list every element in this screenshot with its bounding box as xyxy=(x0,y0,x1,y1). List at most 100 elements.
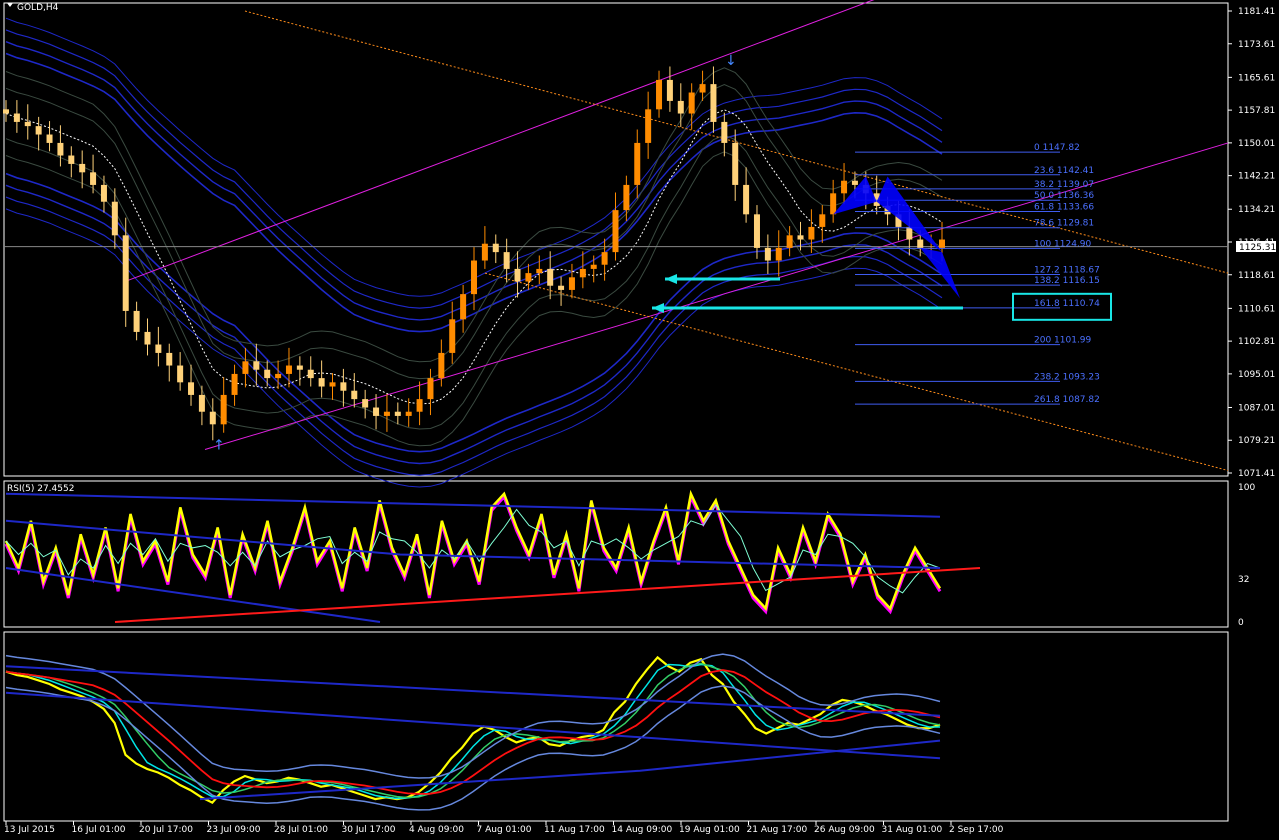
fractal-up-arrow-icon: ↑ xyxy=(213,438,225,454)
ma-pane-frame xyxy=(3,631,1229,822)
candle-body xyxy=(906,226,913,240)
candle-body xyxy=(68,155,75,164)
candle-body xyxy=(438,352,445,379)
candle-body xyxy=(427,378,434,400)
candle-body xyxy=(90,172,97,185)
y-tick-label: 1087.01 xyxy=(1238,403,1275,413)
candle-body xyxy=(851,180,858,185)
y-tick-label: 1118.61 xyxy=(1238,271,1275,281)
fib-level-label: 23.6 1142.41 xyxy=(1034,166,1094,176)
ma-line xyxy=(5,669,941,795)
candle-body xyxy=(111,201,118,236)
x-tick-label: 21 Aug 17:00 xyxy=(747,825,808,835)
candle-body xyxy=(307,369,314,379)
ma-envelope-low xyxy=(199,739,941,801)
candle-body xyxy=(362,399,369,408)
y-tick-label: 1142.21 xyxy=(1238,172,1275,182)
x-tick-label: 20 Jul 17:00 xyxy=(139,825,193,835)
y-tick-label: 1150.01 xyxy=(1238,139,1275,149)
fib-level-label: 138.2 1116.15 xyxy=(1034,276,1100,286)
candle-body xyxy=(24,121,31,127)
candle-body xyxy=(144,331,151,345)
y-tick-label: 1157.81 xyxy=(1238,106,1275,116)
fib-level-label: 261.8 1087.82 xyxy=(1034,395,1100,405)
candle-body xyxy=(623,184,630,211)
fib-level-label: 161.8 1110.74 xyxy=(1034,299,1100,309)
symbol-dropdown-icon[interactable] xyxy=(7,3,13,7)
fib-level-label: 200 1101.99 xyxy=(1034,336,1092,346)
candle-body xyxy=(122,235,129,311)
candle-body xyxy=(177,365,184,383)
candle-body xyxy=(394,411,401,416)
candle-body xyxy=(79,163,86,173)
candle-body xyxy=(275,373,282,379)
candle-body xyxy=(296,365,303,370)
rsi-y-tick-label: 0 xyxy=(1238,618,1244,628)
candle-body xyxy=(492,243,499,253)
candle-body xyxy=(710,84,717,122)
fib-level-label: 238.2 1093.23 xyxy=(1034,372,1100,382)
y-tick-label: 1173.61 xyxy=(1238,40,1275,50)
candle-body xyxy=(285,365,292,374)
arrow-cyan-upper-head xyxy=(665,274,677,285)
current-price-text: 1125.31 xyxy=(1239,243,1276,253)
x-tick-label: 19 Aug 01:00 xyxy=(679,825,740,835)
y-tick-label: 1079.21 xyxy=(1238,436,1275,446)
fib-level-label: 61.8 1133.66 xyxy=(1034,203,1094,213)
y-tick-label: 1134.21 xyxy=(1238,205,1275,215)
fractal-down-arrow-icon: ↓ xyxy=(725,53,737,69)
rsi-red-trend xyxy=(114,567,981,623)
candle-body xyxy=(666,79,673,101)
x-tick-label: 14 Aug 09:00 xyxy=(612,825,673,835)
candle-body xyxy=(46,134,53,143)
candle-body xyxy=(481,243,488,261)
envelope-lower-line xyxy=(5,172,943,453)
candle-body xyxy=(743,184,750,215)
candle-body xyxy=(612,210,619,253)
rsi-y-tick-label: 100 xyxy=(1238,483,1255,493)
candle-body xyxy=(688,92,695,114)
candle-body xyxy=(764,247,771,261)
y-tick-label: 1165.61 xyxy=(1238,73,1275,83)
candle-body xyxy=(775,247,782,261)
candle-body xyxy=(579,268,586,278)
candle-body xyxy=(819,214,826,227)
x-tick-label: 4 Aug 09:00 xyxy=(409,825,464,835)
candle-body xyxy=(797,235,804,240)
rsi-pane xyxy=(4,489,981,623)
trend-line-upper xyxy=(244,10,1229,274)
fib-level-label: 100 1124.90 xyxy=(1034,239,1092,249)
candle-body xyxy=(155,344,162,353)
y-tick-label: 1071.41 xyxy=(1238,469,1275,479)
candle-body xyxy=(340,382,347,391)
candle-body xyxy=(351,390,358,400)
candle-body xyxy=(57,142,64,156)
candle-body xyxy=(830,193,837,215)
candle-body xyxy=(35,126,42,135)
candle-body xyxy=(3,109,9,114)
x-tick-label: 26 Aug 09:00 xyxy=(814,825,875,835)
ma-pane xyxy=(5,653,941,811)
x-tick-label: 7 Aug 01:00 xyxy=(477,825,532,835)
candle-body xyxy=(753,214,760,248)
candle-body xyxy=(503,252,510,269)
candle-body xyxy=(133,310,140,332)
candle-body xyxy=(939,239,945,248)
x-tick-label: 13 Jul 2015 xyxy=(4,825,55,835)
y-tick-label: 1095.01 xyxy=(1238,370,1275,380)
x-tick-label: 16 Jul 01:00 xyxy=(72,825,126,835)
candle-body xyxy=(166,352,173,366)
main-pane: 0 1147.82 23.6 1142.41 38.2 1139.0750.0 11… xyxy=(3,0,1229,488)
candle-body xyxy=(209,411,216,425)
candle-body xyxy=(383,411,390,416)
candle-body xyxy=(416,399,423,412)
arrow-cyan-lower-head xyxy=(652,302,664,313)
candle-body xyxy=(231,373,238,395)
x-tick-label: 28 Jul 01:00 xyxy=(274,825,328,835)
candle-body xyxy=(634,142,641,185)
fib-level-label: 78.6 1129.81 xyxy=(1034,219,1094,229)
x-tick-label: 2 Sep 17:00 xyxy=(949,825,1004,835)
y-tick-label: 1110.61 xyxy=(1238,304,1275,314)
channel-upper-line xyxy=(124,0,875,282)
candle-body xyxy=(242,361,249,374)
